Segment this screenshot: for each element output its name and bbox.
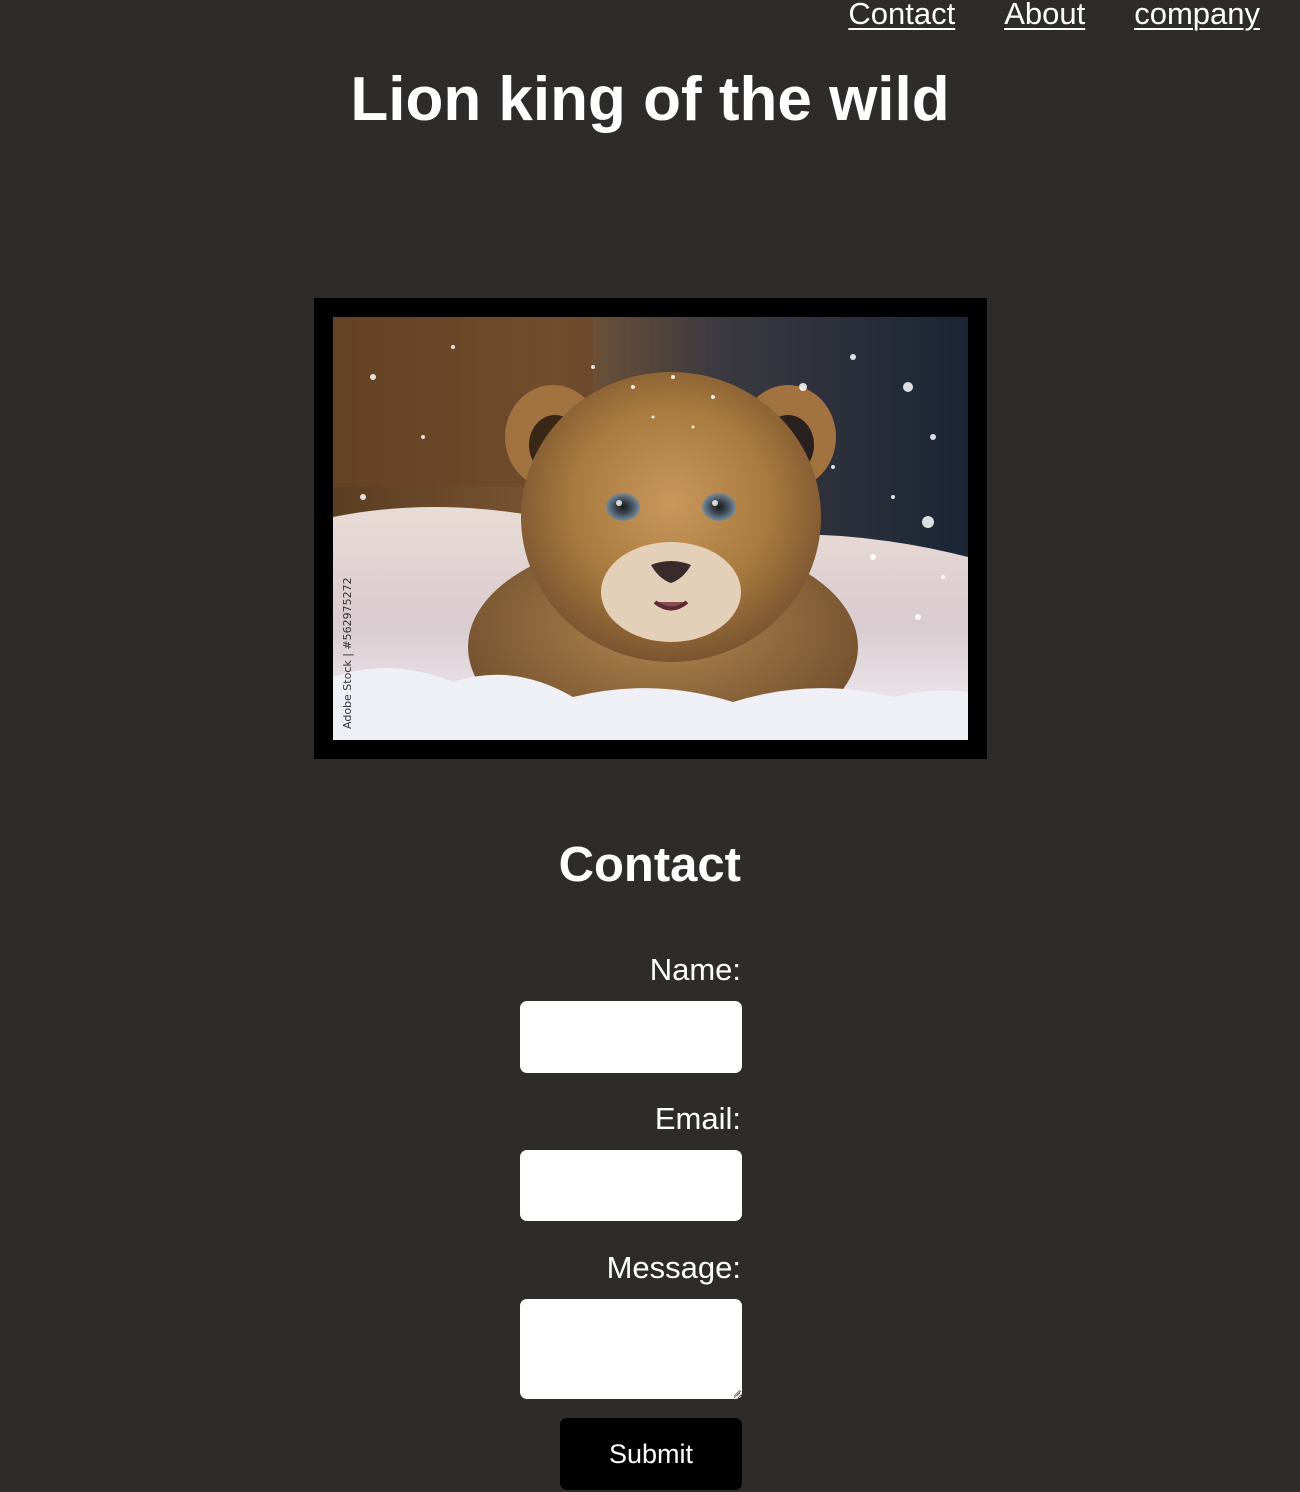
image-watermark: Adobe Stock | #562975272 — [341, 577, 354, 729]
nav-link-about[interactable]: About — [1004, 0, 1085, 34]
email-label: Email: — [654, 1101, 741, 1136]
name-label: Name: — [649, 952, 741, 987]
submit-button[interactable]: Submit — [560, 1418, 742, 1490]
contact-heading: Contact — [558, 838, 741, 892]
message-label: Message: — [606, 1250, 741, 1285]
hero-image-frame: Adobe Stock | #562975272 — [314, 298, 987, 759]
name-input[interactable] — [520, 1001, 742, 1073]
lion-cub-photo: Adobe Stock | #562975272 — [333, 317, 968, 740]
email-input[interactable] — [520, 1150, 742, 1221]
nav-link-contact[interactable]: Contact — [848, 0, 955, 34]
top-navigation: Contact About company — [848, 0, 1260, 34]
page: Contact About company Lion king of the w… — [0, 0, 1300, 1492]
nav-link-company[interactable]: company — [1134, 0, 1260, 34]
hero-image: Adobe Stock | #562975272 — [333, 317, 968, 740]
page-title: Lion king of the wild — [350, 65, 950, 134]
message-textarea[interactable] — [520, 1299, 742, 1399]
